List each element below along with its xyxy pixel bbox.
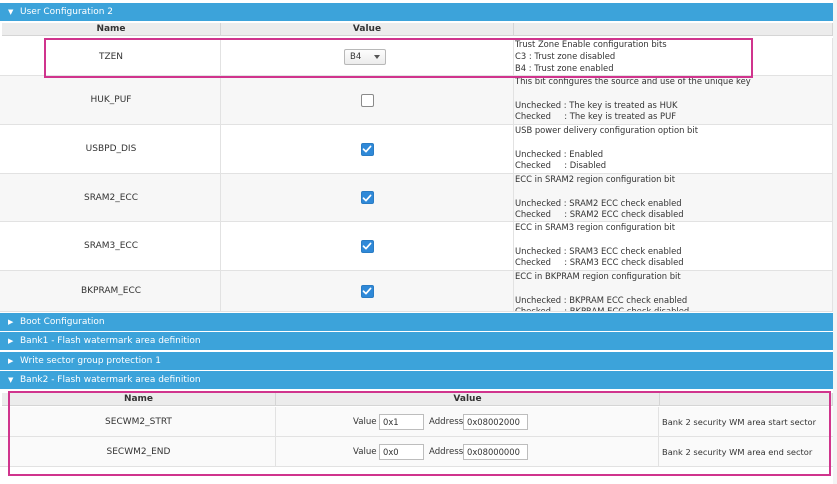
config-description: ECC in SRAM2 region configuration bit Unc… bbox=[514, 174, 833, 221]
sram2-ecc-checkbox[interactable] bbox=[360, 191, 374, 204]
value-input[interactable]: 0x1 bbox=[379, 414, 424, 430]
description-line bbox=[515, 283, 832, 295]
bkpram-ecc-checkbox[interactable] bbox=[360, 284, 374, 298]
description-line: C3 : Trust zone disabled bbox=[515, 50, 616, 61]
triangle-down-icon: ▼ bbox=[8, 376, 14, 384]
bank2-description: Bank 2 security WM area end sector bbox=[662, 446, 813, 457]
address-input[interactable]: 0x08002000 bbox=[463, 414, 528, 430]
description-line: Unchecked : BKPRAM ECC check enabled bbox=[515, 294, 688, 305]
check-icon bbox=[362, 287, 372, 295]
description-line: Unchecked : Enabled bbox=[515, 148, 604, 159]
section-title: User Configuration 2 bbox=[20, 7, 113, 17]
config-value-cell bbox=[221, 174, 514, 221]
description-line: Checked : The key is treated as PUF bbox=[515, 111, 677, 122]
section-header-bank2-flash-watermark-area-definition[interactable]: ▼ Bank2 - Flash watermark area definition bbox=[0, 371, 833, 389]
address-label: Address bbox=[429, 417, 464, 427]
value-input[interactable]: 0x0 bbox=[379, 444, 424, 460]
bank2-column-header-value: Value bbox=[276, 393, 660, 406]
huk-puf-checkbox[interactable] bbox=[360, 93, 374, 107]
section-title: Bank1 - Flash watermark area definition bbox=[20, 336, 201, 346]
config-name: TZEN bbox=[2, 38, 221, 75]
column-header-name: Name bbox=[2, 23, 221, 36]
bank2-row-secwm2_strt: SECWM2_STRT Value 0x1 Address 0x08002000 Bank… bbox=[0, 407, 833, 437]
select-value: B4 bbox=[350, 51, 362, 62]
bank2-name: SECWM2_STRT bbox=[2, 407, 276, 436]
bank2-description: Bank 2 security WM area start sector bbox=[662, 416, 816, 427]
config-name: USBPD_DIS bbox=[2, 125, 221, 173]
description-line bbox=[515, 88, 832, 100]
section-title: Write sector group protection 1 bbox=[20, 356, 161, 366]
description-line: B4 : Trust zone enabled bbox=[515, 62, 614, 73]
config-name: HUK_PUF bbox=[2, 76, 221, 124]
section-header-boot-configuration[interactable]: ▶ Boot Configuration bbox=[0, 313, 833, 331]
description-line: Checked : BKPRAM ECC check disabled bbox=[515, 306, 832, 311]
section-title: Bank2 - Flash watermark area definition bbox=[20, 375, 201, 385]
section-title: Boot Configuration bbox=[20, 317, 105, 327]
description-line: This bit configures the source and use o… bbox=[515, 76, 751, 86]
bank2-column-header-name: Name bbox=[2, 393, 276, 406]
config-row-bkpram_ecc: BKPRAM_ECC ECC in BKPRAM region configura… bbox=[0, 271, 833, 312]
description-line: Trust Zone Enable configuration bits bbox=[515, 39, 667, 49]
description-line: ECC in SRAM3 region configuration bit bbox=[515, 222, 675, 232]
column-header-description bbox=[514, 23, 833, 36]
config-name: SRAM2_ECC bbox=[2, 174, 221, 221]
description-line bbox=[515, 137, 832, 149]
config-description: ECC in BKPRAM region configuration bit Un… bbox=[514, 271, 833, 311]
triangle-right-icon: ▶ bbox=[8, 318, 14, 326]
config-value-cell bbox=[221, 222, 514, 270]
config-value-cell bbox=[221, 125, 514, 173]
config-description: This bit configures the source and use o… bbox=[514, 76, 833, 124]
config-name: SRAM3_ECC bbox=[2, 222, 221, 270]
address-label: Address bbox=[429, 447, 464, 457]
config-description: USB power delivery configuration option … bbox=[514, 125, 833, 173]
scrollbar[interactable] bbox=[833, 0, 837, 484]
usbpd-dis-checkbox[interactable] bbox=[360, 142, 374, 156]
description-line: Checked : Disabled bbox=[515, 160, 607, 171]
config-row-sram2_ecc: SRAM2_ECC ECC in SRAM2 region configurati… bbox=[0, 174, 833, 222]
bank2-name: SECWM2_END bbox=[2, 437, 276, 466]
description-line: Unchecked : SRAM2 ECC check enabled bbox=[515, 197, 682, 208]
bank2-row-secwm2_end: SECWM2_END Value 0x0 Address 0x08000000 Bank … bbox=[0, 437, 833, 467]
section-header-user-configuration-2[interactable]: ▼ User Configuration 2 bbox=[0, 3, 833, 21]
description-line: Checked : SRAM2 ECC check disabled bbox=[515, 209, 684, 220]
config-description: Trust Zone Enable configuration bits C3 :… bbox=[514, 38, 833, 75]
bank2-value-cell: Value 0x0 Address 0x08000000 bbox=[276, 437, 659, 466]
section-header-bank1-flash-watermark-area-definition[interactable]: ▶ Bank1 - Flash watermark area definition bbox=[0, 332, 833, 350]
triangle-down-icon: ▼ bbox=[8, 8, 14, 16]
value-label: Value bbox=[353, 417, 377, 427]
column-header-value: Value bbox=[221, 23, 514, 36]
description-line: ECC in SRAM2 region configuration bit bbox=[515, 174, 675, 184]
check-icon bbox=[362, 242, 372, 250]
config-row-usbpd_dis: USBPD_DIS USB power delivery configuratio… bbox=[0, 125, 833, 174]
config-name: BKPRAM_ECC bbox=[2, 271, 221, 311]
check-icon bbox=[362, 194, 372, 201]
bank2-value-cell: Value 0x1 Address 0x08002000 bbox=[276, 407, 659, 436]
config-row-sram3_ecc: SRAM3_ECC ECC in SRAM3 region configurati… bbox=[0, 222, 833, 271]
address-input[interactable]: 0x08000000 bbox=[463, 444, 528, 460]
description-line: Checked : SRAM3 ECC check disabled bbox=[515, 257, 684, 268]
triangle-right-icon: ▶ bbox=[8, 337, 14, 345]
check-icon bbox=[362, 145, 372, 153]
section-header-write-sector-group-protection-1[interactable]: ▶ Write sector group protection 1 bbox=[0, 352, 833, 370]
description-line bbox=[515, 186, 832, 198]
config-row-tzen: TZEN B4 Trust Zone Enable configuration bi… bbox=[0, 38, 833, 76]
sram3-ecc-checkbox[interactable] bbox=[360, 239, 374, 253]
config-value-cell bbox=[221, 76, 514, 124]
description-line: Unchecked : The key is treated as HUK bbox=[515, 99, 678, 110]
value-label: Value bbox=[353, 447, 377, 457]
bank2-column-header-description bbox=[660, 393, 833, 406]
description-line: Unchecked : SRAM3 ECC check enabled bbox=[515, 245, 682, 256]
description-line: USB power delivery configuration option … bbox=[515, 125, 698, 135]
config-value-cell bbox=[221, 271, 514, 311]
description-line bbox=[515, 234, 832, 246]
config-row-huk_puf: HUK_PUF This bit configures the source an… bbox=[0, 76, 833, 125]
config-value-cell: B4 bbox=[221, 38, 514, 75]
chevron-down-icon bbox=[374, 54, 380, 59]
triangle-right-icon: ▶ bbox=[8, 357, 14, 365]
tzen-select[interactable]: B4 bbox=[344, 48, 386, 65]
config-description: ECC in SRAM3 region configuration bit Unc… bbox=[514, 222, 833, 270]
description-line: ECC in BKPRAM region configuration bit bbox=[515, 271, 681, 281]
